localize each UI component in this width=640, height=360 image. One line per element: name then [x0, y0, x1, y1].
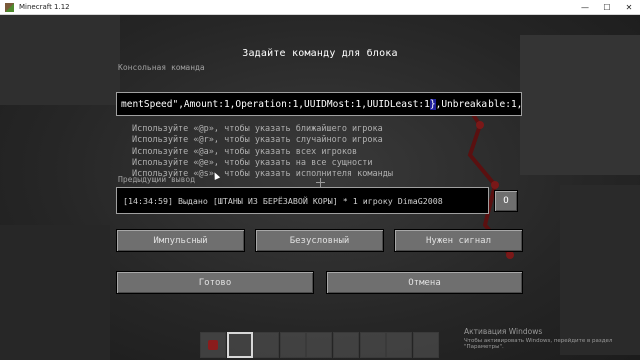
- selector-hints: Используйте «@p», чтобы указать ближайше…: [132, 124, 393, 180]
- impulse-mode-button[interactable]: Импульсный: [116, 229, 245, 252]
- previous-output-label: Предыдущий вывод: [118, 175, 196, 184]
- hint-line: Используйте «@p», чтобы указать ближайше…: [132, 124, 383, 134]
- screen-title: Задайте команду для блока: [242, 48, 398, 59]
- command-input[interactable]: mentSpeed",Amount:1,Operation:1,UUIDMost…: [116, 92, 522, 116]
- command-text-after-selection: ,Unbreaka: [435, 98, 488, 110]
- background-block: [0, 225, 110, 360]
- windows-activation-watermark: Активация Windows Чтобы активировать Win…: [464, 327, 640, 350]
- cancel-button[interactable]: Отмена: [326, 271, 523, 294]
- hotbar: [200, 332, 440, 360]
- previous-output-field: [14:34:59] Выдано [ШТАНЫ ИЗ БЕРЁЗАВОЙ КО…: [116, 187, 489, 214]
- hint-line: Используйте «@a», чтобы указать всех игр…: [132, 146, 358, 157]
- maximize-button[interactable]: ☐: [596, 0, 618, 15]
- hotbar-slot-selected: [226, 332, 253, 358]
- needs-redstone-button[interactable]: Нужен сигнал: [394, 229, 523, 252]
- close-button[interactable]: ✕: [618, 0, 640, 15]
- window-title: Minecraft 1.12: [19, 3, 70, 11]
- command-text-before: mentSpeed",Amount:1,Operation:1,UUIDMost…: [121, 98, 430, 110]
- redstone-item-icon: [208, 340, 218, 350]
- hotbar-slot: [386, 332, 413, 358]
- command-text-after-cursor: ble:1,display:{Name:: [488, 98, 522, 110]
- hotbar-slot: [359, 332, 386, 358]
- hotbar-slot: [412, 332, 439, 358]
- hotbar-slot: [253, 332, 280, 358]
- activation-title: Активация Windows: [464, 327, 543, 336]
- command-label: Консольная команда: [118, 63, 205, 72]
- hint-line: Используйте «@r», чтобы указать случайно…: [132, 135, 383, 146]
- crosshair-icon: [316, 178, 325, 187]
- window-titlebar: Minecraft 1.12 — ☐ ✕: [0, 0, 640, 15]
- window-controls: — ☐ ✕: [574, 0, 640, 15]
- minimize-button[interactable]: —: [574, 0, 596, 15]
- hotbar-slot: [279, 332, 306, 358]
- background-block: [0, 15, 120, 105]
- minecraft-app-icon: [5, 2, 14, 12]
- game-viewport: Задайте команду для блока Консольная ком…: [0, 15, 640, 360]
- toggle-output-button[interactable]: O: [494, 190, 518, 212]
- hotbar-slot: [332, 332, 359, 358]
- done-button[interactable]: Готово: [116, 271, 314, 294]
- hotbar-slot: [306, 332, 333, 358]
- unconditional-button[interactable]: Безусловный: [255, 229, 384, 252]
- activation-subtitle: Чтобы активировать Windows, перейдите в …: [464, 338, 613, 350]
- hotbar-slot: [200, 332, 226, 358]
- hint-line: Используйте «@e», чтобы указать на все с…: [132, 157, 373, 168]
